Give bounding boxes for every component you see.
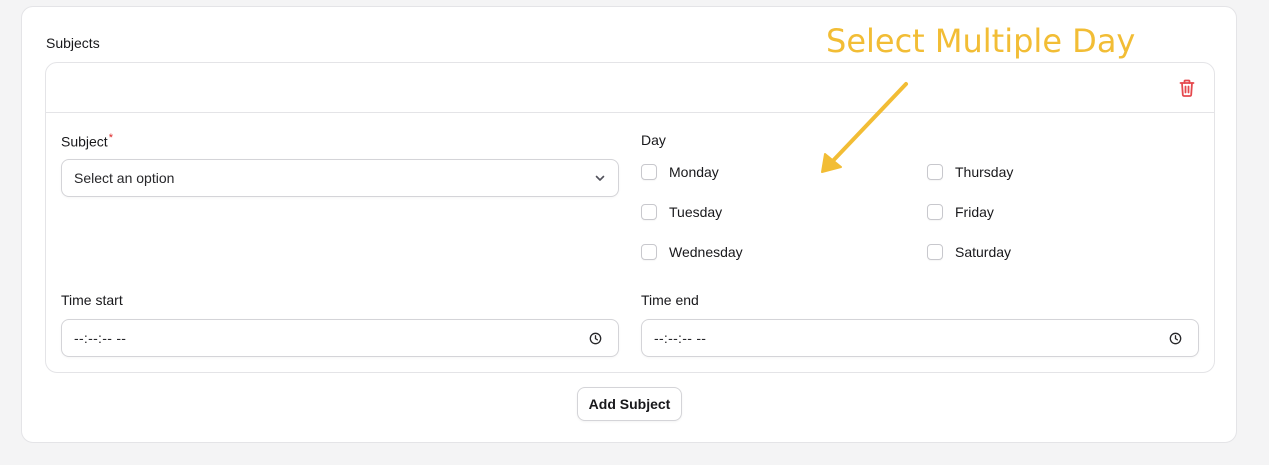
annotation-arrow-icon: [821, 82, 908, 173]
day-label: Day: [641, 132, 666, 148]
day-option-saturday[interactable]: Saturday: [927, 242, 1011, 262]
delete-item-button[interactable]: [1176, 77, 1198, 99]
checkbox-wednesday[interactable]: [641, 244, 657, 260]
time-end-value: --:--:-- --: [654, 330, 707, 346]
trash-icon: [1179, 79, 1195, 97]
add-subject-button[interactable]: Add Subject: [577, 387, 682, 421]
checkbox-monday[interactable]: [641, 164, 657, 180]
repeater-item-header: [46, 63, 1214, 113]
checkbox-friday[interactable]: [927, 204, 943, 220]
day-option-tuesday[interactable]: Tuesday: [641, 202, 722, 222]
required-asterisk: *: [108, 132, 113, 144]
checkbox-label: Monday: [669, 164, 719, 180]
checkbox-saturday[interactable]: [927, 244, 943, 260]
clock-icon[interactable]: [1169, 332, 1182, 345]
subject-label-text: Subject: [61, 133, 108, 150]
section-label: Subjects: [46, 35, 100, 51]
clock-icon[interactable]: [589, 332, 602, 345]
subjects-card: Subjects Subject* Select an option Day M…: [21, 6, 1237, 443]
checkbox-label: Saturday: [955, 244, 1012, 260]
time-end-label: Time end: [641, 292, 699, 308]
chevron-down-icon: [595, 175, 605, 181]
subject-label: Subject*: [61, 132, 113, 150]
time-start-input[interactable]: --:--:-- --: [61, 319, 619, 357]
day-option-thursday[interactable]: Thursday: [927, 162, 1013, 182]
time-end-input[interactable]: --:--:-- --: [641, 319, 1199, 357]
checkbox-label: Wednesday: [669, 244, 743, 260]
subject-repeater-item: Subject* Select an option Day Monday Tue…: [45, 62, 1215, 373]
time-start-label: Time start: [61, 292, 123, 308]
time-start-value: --:--:-- --: [74, 330, 127, 346]
checkbox-tuesday[interactable]: [641, 204, 657, 220]
day-option-friday[interactable]: Friday: [927, 202, 994, 222]
checkbox-label: Tuesday: [669, 204, 723, 220]
checkbox-thursday[interactable]: [927, 164, 943, 180]
day-option-monday[interactable]: Monday: [641, 162, 719, 182]
subject-select-placeholder: Select an option: [74, 170, 175, 186]
checkbox-label: Thursday: [955, 164, 1014, 180]
annotation-text: Select Multiple Day: [826, 22, 1136, 60]
day-option-wednesday[interactable]: Wednesday: [641, 242, 743, 262]
subject-select[interactable]: Select an option: [61, 159, 619, 197]
checkbox-label: Friday: [955, 204, 994, 220]
